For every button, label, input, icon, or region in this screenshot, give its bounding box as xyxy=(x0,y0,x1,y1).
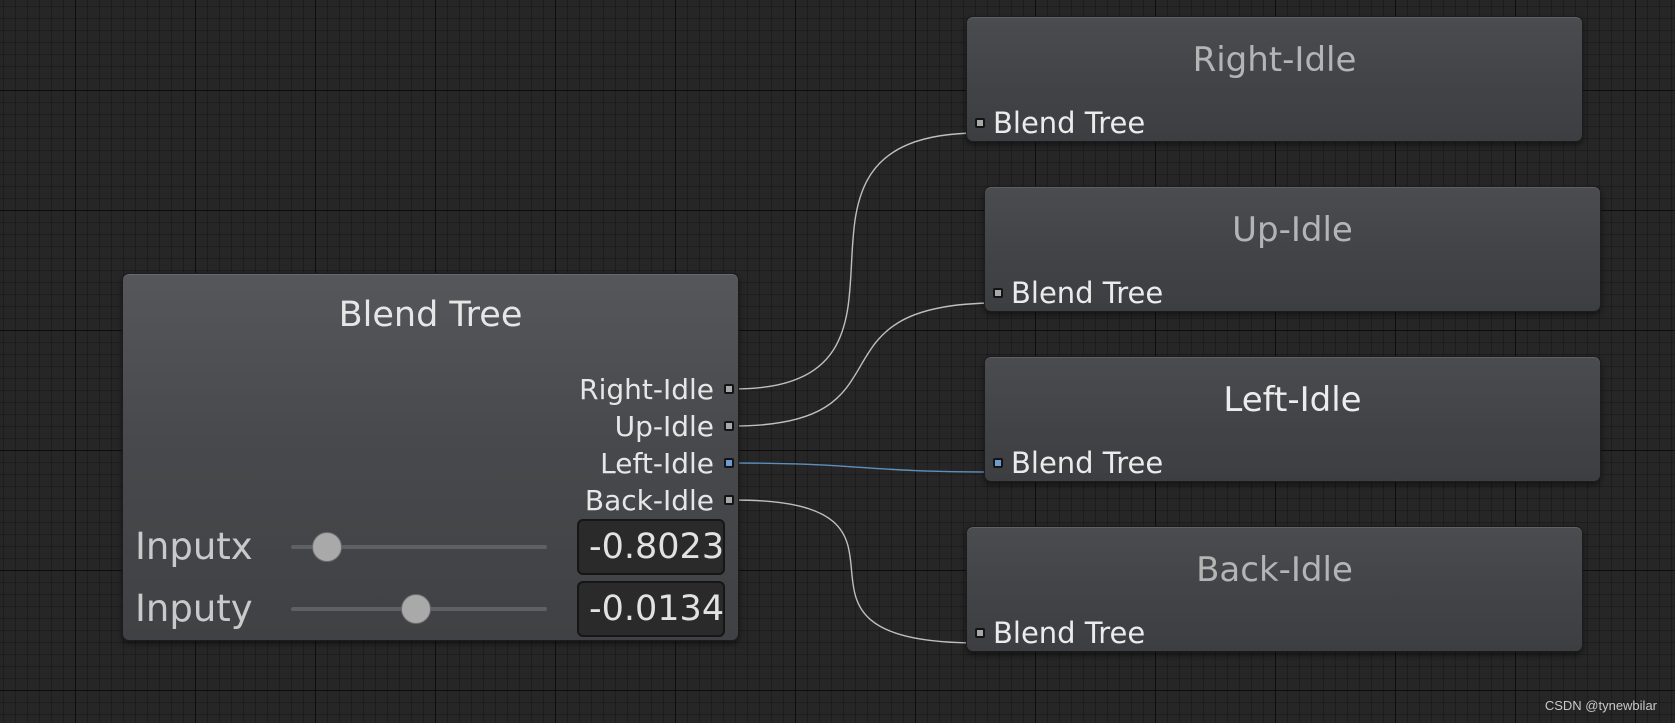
input-port-blend-tree[interactable]: Blend Tree xyxy=(975,105,1145,141)
connection-up-idle[interactable] xyxy=(733,302,998,427)
parameter-label-inputy: Inputy xyxy=(135,587,253,630)
motion-node-title: Left-Idle xyxy=(1223,380,1362,420)
input-port-blend-tree[interactable]: Blend Tree xyxy=(993,275,1163,311)
output-label-up-idle: Up-Idle xyxy=(614,409,714,443)
parameter-row-inputy: Inputy xyxy=(123,581,738,637)
inputy-value-field[interactable] xyxy=(577,581,725,637)
blend-tree-node[interactable]: Blend Tree Right-Idle Up-Idle Left-Idle … xyxy=(122,273,739,641)
connection-back-idle[interactable] xyxy=(733,499,980,644)
motion-node-right-idle[interactable]: Right-Idle Blend Tree xyxy=(966,16,1583,142)
motion-node-title: Right-Idle xyxy=(1192,40,1357,80)
parameter-label-inputx: Inputx xyxy=(135,525,253,568)
motion-node-title: Up-Idle xyxy=(1232,210,1353,250)
connection-right-idle[interactable] xyxy=(733,132,980,390)
output-port-icon[interactable] xyxy=(724,458,734,468)
input-port-icon[interactable] xyxy=(993,288,1003,298)
output-port-icon[interactable] xyxy=(724,421,734,431)
output-label-left-idle: Left-Idle xyxy=(600,446,714,480)
input-port-icon[interactable] xyxy=(975,628,985,638)
slider-thumb[interactable] xyxy=(311,532,342,562)
input-label: Blend Tree xyxy=(993,616,1146,650)
input-port-blend-tree[interactable]: Blend Tree xyxy=(993,445,1163,481)
output-port-back-idle[interactable]: Back-Idle xyxy=(585,483,734,517)
output-port-right-idle[interactable]: Right-Idle xyxy=(579,372,734,406)
blend-tree-node-title: Blend Tree xyxy=(338,295,523,335)
output-port-up-idle[interactable]: Up-Idle xyxy=(615,409,734,443)
inputx-slider[interactable] xyxy=(291,532,547,562)
output-label-back-idle: Back-Idle xyxy=(584,483,714,517)
output-port-left-idle[interactable]: Left-Idle xyxy=(600,446,734,480)
inputx-value-field[interactable] xyxy=(577,519,725,575)
connection-left-idle[interactable] xyxy=(733,462,998,473)
output-port-icon[interactable] xyxy=(724,495,734,505)
parameter-row-inputx: Inputx xyxy=(123,519,738,575)
motion-node-up-idle[interactable]: Up-Idle Blend Tree xyxy=(984,186,1601,312)
inputy-slider[interactable] xyxy=(291,594,547,624)
input-label: Blend Tree xyxy=(993,106,1146,140)
input-port-icon[interactable] xyxy=(993,458,1003,468)
output-label-right-idle: Right-Idle xyxy=(579,372,714,406)
output-port-icon[interactable] xyxy=(724,384,734,394)
motion-node-title: Back-Idle xyxy=(1196,550,1353,590)
input-label: Blend Tree xyxy=(1011,276,1164,310)
input-label: Blend Tree xyxy=(1011,446,1164,480)
watermark: CSDN @tynewbilar xyxy=(1544,698,1657,713)
input-port-icon[interactable] xyxy=(975,118,985,128)
motion-node-left-idle[interactable]: Left-Idle Blend Tree xyxy=(984,356,1601,482)
slider-thumb[interactable] xyxy=(401,594,432,624)
input-port-blend-tree[interactable]: Blend Tree xyxy=(975,615,1145,651)
motion-node-back-idle[interactable]: Back-Idle Blend Tree xyxy=(966,526,1583,652)
